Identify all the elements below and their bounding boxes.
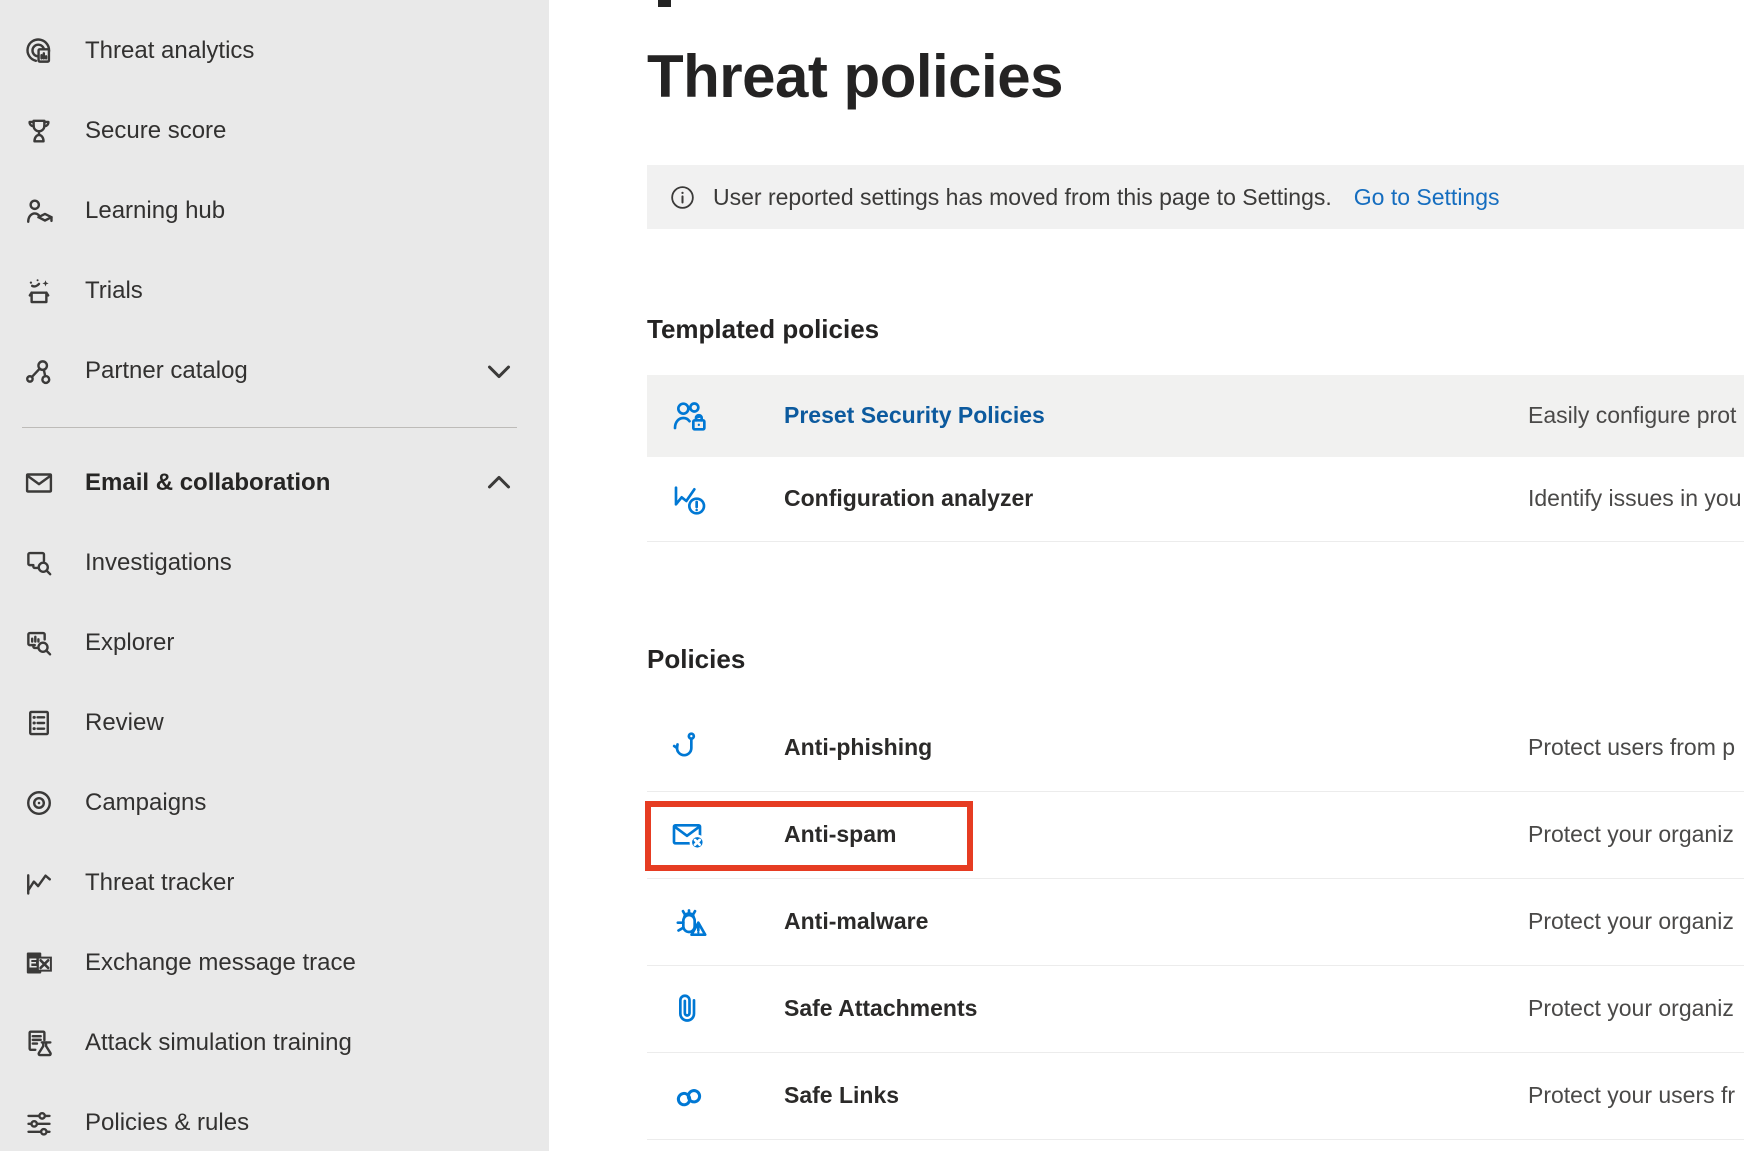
sidebar-item-label: Policies & rules [85, 1109, 249, 1138]
policy-description: Protect users from p [1528, 734, 1735, 761]
secure-score-icon [22, 114, 56, 148]
policy-row-anti-spam[interactable]: Anti-spam Protect your organiz [647, 792, 1744, 878]
sidebar-item-policies-rules[interactable]: Policies & rules [0, 1083, 549, 1151]
sidebar-item-learning-hub[interactable]: Learning hub [0, 171, 549, 251]
partner-catalog-icon [22, 354, 56, 388]
policy-row-preset-security-policies[interactable]: Preset Security Policies Easily configure… [647, 375, 1744, 457]
policy-label: Configuration analyzer [784, 485, 1033, 512]
sidebar-divider [22, 427, 517, 428]
sidebar-item-threat-tracker[interactable]: Threat tracker [0, 843, 549, 923]
email-collaboration-icon [22, 466, 56, 500]
sidebar-item-trials[interactable]: Trials [0, 251, 549, 331]
policy-label: Anti-spam [784, 821, 896, 848]
policies-rules-icon [22, 1106, 56, 1140]
section-heading: Templated policies [647, 311, 1744, 347]
sidebar-item-campaigns[interactable]: Campaigns [0, 763, 549, 843]
anti-malware-icon [669, 902, 709, 942]
sidebar-item-label: Attack simulation training [85, 1029, 352, 1058]
sidebar-item-label: Trials [85, 277, 143, 306]
sidebar-item-label: Email & collaboration [85, 469, 330, 498]
sidebar-item-label: Campaigns [85, 789, 206, 818]
policy-label: Anti-phishing [784, 734, 932, 761]
policy-sections: Templated policies Preset Security Polici… [647, 311, 1744, 1140]
section-policies: Policies Anti-phishing Protect users from … [647, 641, 1744, 1140]
policy-description: Protect your organiz [1528, 908, 1734, 935]
row-divider [647, 541, 1744, 542]
review-icon [22, 706, 56, 740]
sidebar-item-label: Learning hub [85, 197, 225, 226]
policy-description: Protect your organiz [1528, 995, 1734, 1022]
sidebar-item-review[interactable]: Review [0, 683, 549, 763]
go-to-settings-link[interactable]: Go to Settings [1354, 184, 1500, 211]
sidebar-item-secure-score[interactable]: Secure score [0, 91, 549, 171]
info-banner: User reported settings has moved from th… [647, 165, 1744, 229]
threat-tracker-icon [22, 866, 56, 900]
app-root: Threat analytics Secure score Learning hub… [0, 0, 1744, 1151]
policy-label: Anti-malware [784, 908, 928, 935]
policy-row-safe-links[interactable]: Safe Links Protect your users fr [647, 1053, 1744, 1139]
main-content: Threat policies User reported settings h… [549, 0, 1744, 1151]
campaigns-icon [22, 786, 56, 820]
policy-label: Safe Attachments [784, 995, 977, 1022]
policy-label[interactable]: Preset Security Policies [784, 402, 1045, 429]
svg-text:E: E [29, 956, 38, 971]
policy-description: Identify issues in you [1528, 485, 1742, 512]
sidebar-item-label: Review [85, 709, 164, 738]
cutoff-artifact [658, 0, 671, 7]
sidebar-item-label: Investigations [85, 549, 232, 578]
sidebar-item-partner-catalog[interactable]: Partner catalog [0, 331, 549, 411]
preset-security-policies-icon [669, 396, 709, 436]
section-templated-policies: Templated policies Preset Security Polici… [647, 311, 1744, 542]
sidebar-item-threat-analytics[interactable]: Threat analytics [0, 11, 549, 91]
threat-analytics-icon [22, 34, 56, 68]
policy-description: Easily configure prot [1528, 402, 1736, 429]
rows-policies: Anti-phishing Protect users from p Anti-sp… [647, 705, 1744, 1140]
sidebar-item-email-collaboration[interactable]: Email & collaboration [0, 443, 549, 523]
safe-links-icon [669, 1076, 709, 1116]
anti-spam-icon [669, 815, 709, 855]
banner-text: User reported settings has moved from th… [713, 184, 1332, 211]
row-divider [647, 1139, 1744, 1140]
policy-row-anti-malware[interactable]: Anti-malware Protect your organiz [647, 879, 1744, 965]
sidebar-nav-top: Threat analytics Secure score Learning hub… [0, 11, 549, 411]
sidebar-item-label: Exchange message trace [85, 949, 356, 978]
policy-row-anti-phishing[interactable]: Anti-phishing Protect users from p [647, 705, 1744, 791]
chevron-up-icon [480, 464, 518, 502]
policy-description: Protect your organiz [1528, 821, 1734, 848]
configuration-analyzer-icon [669, 479, 709, 519]
trials-icon [22, 274, 56, 308]
sidebar-nav-email-collaboration: Email & collaboration Investigations Explo… [0, 443, 549, 1151]
policy-description: Protect your users fr [1528, 1082, 1735, 1109]
rows-templated-policies: Preset Security Policies Easily configure… [647, 375, 1744, 542]
policy-label: Safe Links [784, 1082, 899, 1109]
chevron-down-icon [480, 352, 518, 390]
policy-row-configuration-analyzer[interactable]: Configuration analyzer Identify issues in… [647, 457, 1744, 541]
sidebar-item-explorer[interactable]: Explorer [0, 603, 549, 683]
sidebar-item-label: Threat tracker [85, 869, 234, 898]
sidebar-item-investigations[interactable]: Investigations [0, 523, 549, 603]
anti-phishing-icon [669, 728, 709, 768]
safe-attachments-icon [669, 989, 709, 1029]
learning-hub-icon [22, 194, 56, 228]
explorer-icon [22, 626, 56, 660]
exchange-message-trace-icon: E [22, 946, 56, 980]
info-icon [669, 184, 696, 211]
sidebar-item-exchange-message-trace[interactable]: E Exchange message trace [0, 923, 549, 1003]
sidebar-item-label: Secure score [85, 117, 226, 146]
sidebar-item-label: Explorer [85, 629, 174, 658]
page-title: Threat policies [647, 42, 1744, 112]
sidebar: Threat analytics Secure score Learning hub… [0, 0, 549, 1151]
investigations-icon [22, 546, 56, 580]
section-heading: Policies [647, 641, 1744, 677]
sidebar-item-label: Threat analytics [85, 37, 254, 66]
attack-simulation-training-icon [22, 1026, 56, 1060]
sidebar-item-label: Partner catalog [85, 357, 248, 386]
sidebar-item-attack-simulation-training[interactable]: Attack simulation training [0, 1003, 549, 1083]
policy-row-safe-attachments[interactable]: Safe Attachments Protect your organiz [647, 966, 1744, 1052]
